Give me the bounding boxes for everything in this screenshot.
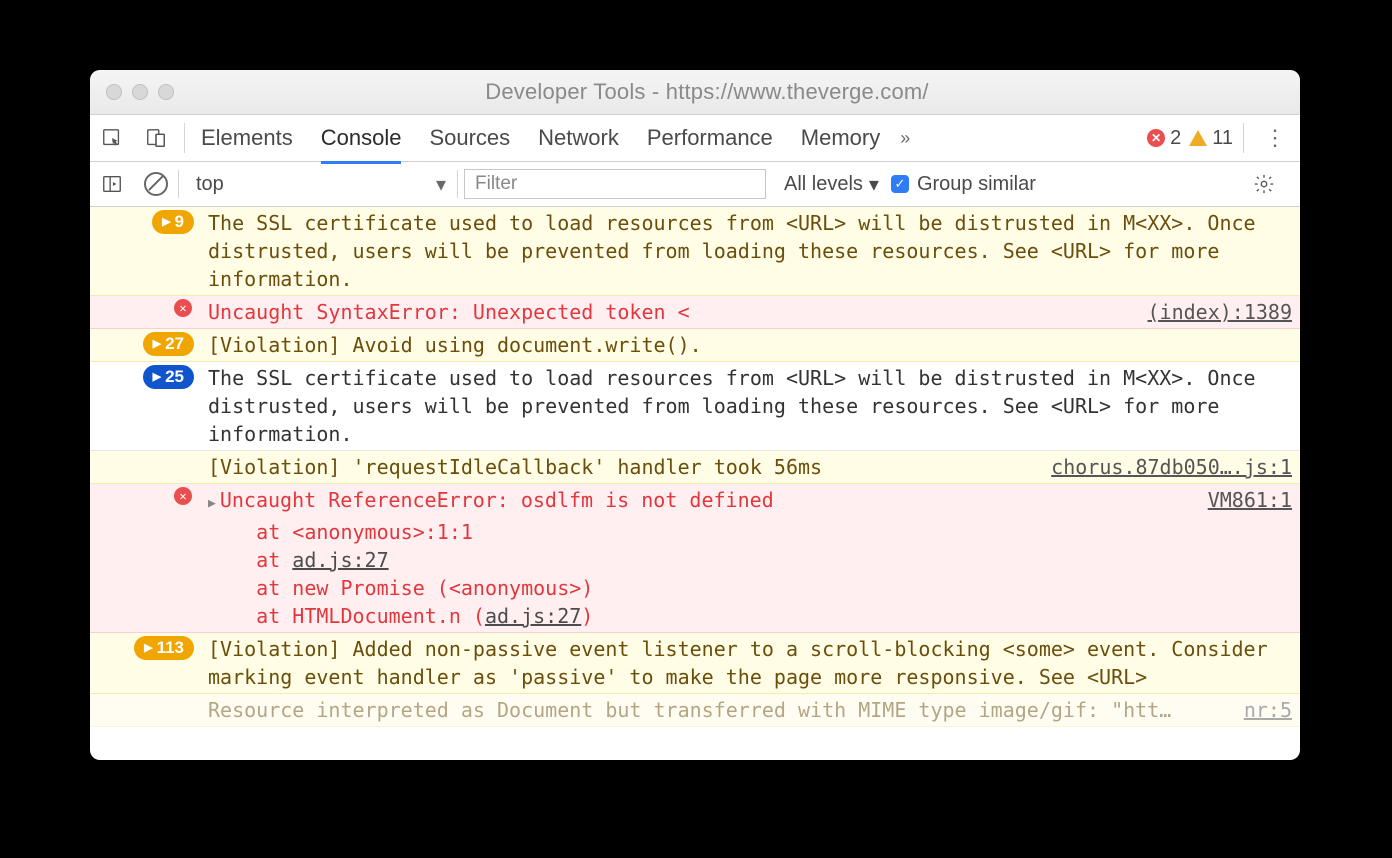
tab-elements[interactable]: Elements	[201, 112, 293, 164]
status-badges[interactable]: ✕ 2 11	[1147, 127, 1233, 150]
log-message: [Violation] 'requestIdleCallback' handle…	[208, 453, 1031, 481]
devtools-window: Developer Tools - https://www.theverge.c…	[90, 70, 1300, 760]
log-message: [Violation] Added non-passive event list…	[208, 635, 1292, 691]
warning-badge-icon	[1189, 130, 1207, 146]
disclosure-icon[interactable]: ▶	[208, 496, 216, 511]
log-row[interactable]: ✕ ▶Uncaught ReferenceError: osdlfm is no…	[90, 484, 1300, 633]
chevron-down-icon: ▾	[869, 172, 879, 197]
log-source[interactable]: (index):1389	[1128, 298, 1293, 326]
console-log[interactable]: ▶9 The SSL certificate used to load reso…	[90, 207, 1300, 760]
error-badge-icon: ✕	[1147, 129, 1165, 147]
tab-memory[interactable]: Memory	[801, 112, 880, 164]
log-source[interactable]: nr:5	[1224, 696, 1292, 724]
log-row[interactable]: Resource interpreted as Document but tra…	[90, 694, 1300, 727]
filter-input[interactable]: Filter	[464, 169, 766, 199]
traffic-lights	[90, 84, 174, 100]
tab-console[interactable]: Console	[321, 112, 402, 164]
log-message: The SSL certificate used to load resourc…	[208, 364, 1292, 448]
error-count: 2	[1170, 127, 1181, 150]
console-toolbar: top ▾ Filter All levels ▾ ✓ Group simila…	[90, 162, 1300, 207]
warning-count: 11	[1212, 127, 1233, 150]
more-tabs-icon[interactable]: »	[900, 128, 910, 149]
titlebar: Developer Tools - https://www.theverge.c…	[90, 70, 1300, 115]
panel-tabbar: Elements Console Sources Network Perform…	[90, 115, 1300, 162]
context-value: top	[196, 173, 224, 196]
log-row[interactable]: ▶113 [Violation] Added non-passive event…	[90, 633, 1300, 694]
group-similar-checkbox[interactable]: ✓	[891, 175, 909, 193]
group-pill[interactable]: ▶25	[143, 365, 194, 389]
group-pill[interactable]: ▶9	[152, 210, 194, 234]
close-dot[interactable]	[106, 84, 122, 100]
log-row[interactable]: ✕ Uncaught SyntaxError: Unexpected token…	[90, 296, 1300, 329]
level-selector[interactable]: All levels ▾	[784, 172, 879, 197]
group-similar-label[interactable]: Group similar	[917, 173, 1036, 196]
log-source[interactable]: chorus.87db050….js:1	[1031, 453, 1292, 481]
log-row[interactable]: [Violation] 'requestIdleCallback' handle…	[90, 451, 1300, 484]
log-row[interactable]: ▶25 The SSL certificate used to load res…	[90, 362, 1300, 451]
log-message: ▶Uncaught ReferenceError: osdlfm is not …	[208, 486, 1188, 630]
log-message: [Violation] Avoid using document.write()…	[208, 331, 1292, 359]
sidebar-toggle-icon[interactable]	[90, 173, 134, 195]
tab-sources[interactable]: Sources	[429, 112, 510, 164]
zoom-dot[interactable]	[158, 84, 174, 100]
min-dot[interactable]	[132, 84, 148, 100]
log-message: Resource interpreted as Document but tra…	[208, 696, 1224, 724]
tab-network[interactable]: Network	[538, 112, 619, 164]
device-icon[interactable]	[134, 127, 178, 149]
group-pill[interactable]: ▶27	[143, 332, 194, 356]
inspect-icon[interactable]	[90, 127, 134, 149]
window-title: Developer Tools - https://www.theverge.c…	[174, 79, 1300, 105]
clear-console-icon[interactable]	[134, 172, 178, 196]
kebab-icon[interactable]: ⋮	[1258, 125, 1292, 151]
error-icon: ✕	[174, 299, 192, 317]
error-icon: ✕	[174, 487, 192, 505]
log-source[interactable]: VM861:1	[1188, 486, 1292, 514]
panel-tabs: Elements Console Sources Network Perform…	[201, 115, 880, 161]
context-selector[interactable]: top ▾	[185, 169, 457, 199]
chevron-down-icon: ▾	[436, 172, 446, 197]
log-message: The SSL certificate used to load resourc…	[208, 209, 1292, 293]
gear-icon[interactable]	[1242, 173, 1286, 195]
level-value: All levels	[784, 173, 863, 196]
tab-performance[interactable]: Performance	[647, 112, 773, 164]
log-message: Uncaught SyntaxError: Unexpected token <	[208, 298, 1128, 326]
log-row[interactable]: ▶9 The SSL certificate used to load reso…	[90, 207, 1300, 296]
group-pill[interactable]: ▶113	[134, 636, 194, 660]
log-row[interactable]: ▶27 [Violation] Avoid using document.wri…	[90, 329, 1300, 362]
